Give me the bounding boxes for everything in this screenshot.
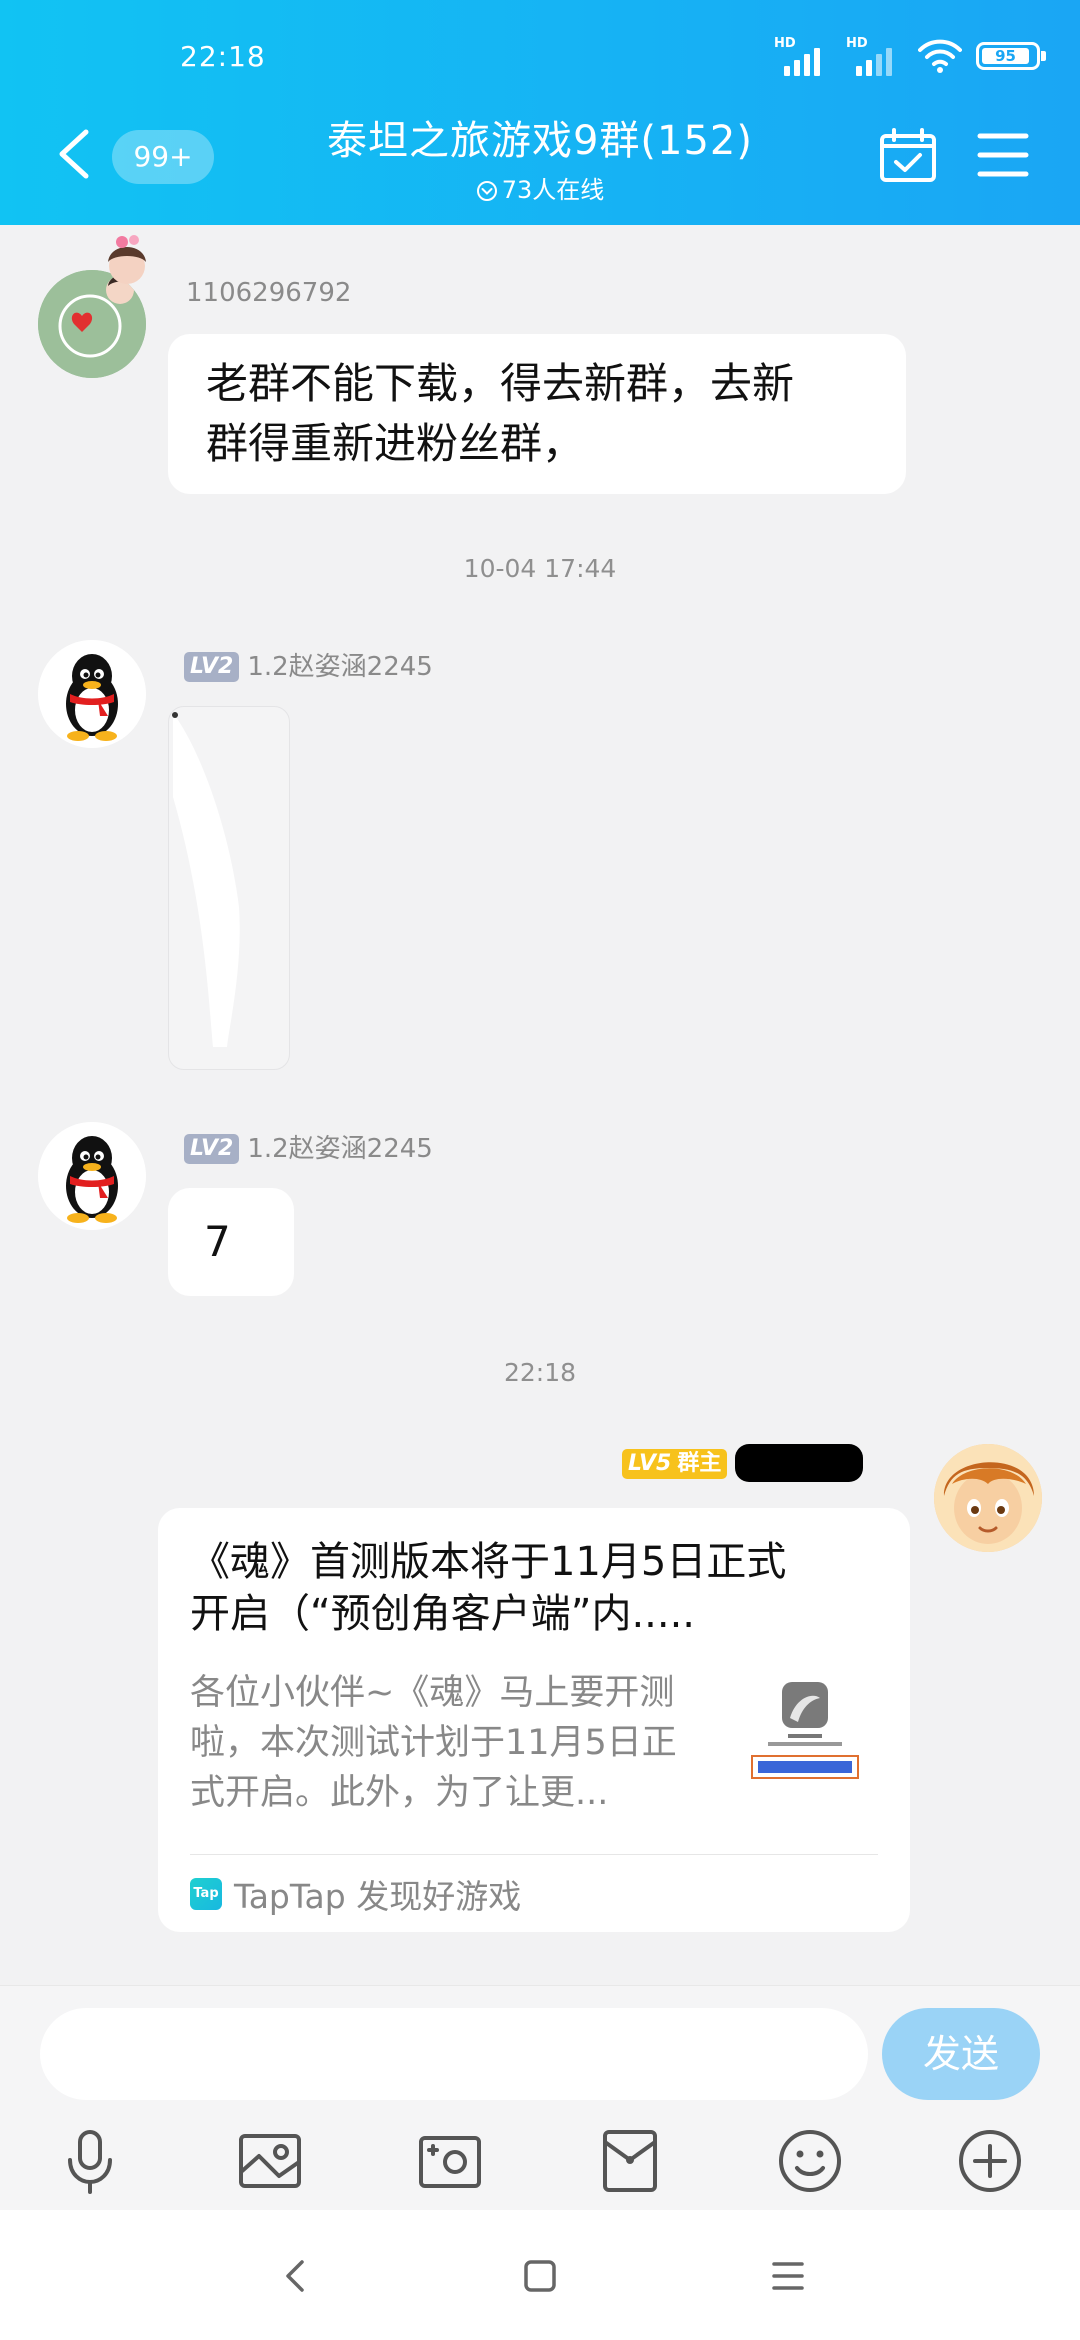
sender-name: 1.2赵姿涵2245	[247, 652, 433, 682]
red-packet-icon[interactable]	[595, 2126, 665, 2196]
avatar[interactable]	[934, 1444, 1042, 1552]
sender-line: LV2 1.2赵姿涵2245	[184, 1128, 433, 1165]
plus-icon[interactable]	[955, 2126, 1025, 2196]
camera-icon[interactable]	[415, 2126, 485, 2196]
calendar-check-icon[interactable]	[878, 128, 938, 184]
online-count: 73人在线	[501, 176, 605, 204]
message-input[interactable]	[40, 2008, 868, 2100]
card-source-label: TapTap 发现好游戏	[234, 1877, 522, 1916]
image-message[interactable]	[168, 706, 290, 1070]
input-toolbar	[0, 2126, 1080, 2196]
qq-penguin-icon	[38, 640, 146, 748]
card-desc-line: 式开启。此外，为了让更...	[190, 1773, 609, 1813]
avatar[interactable]	[38, 1122, 146, 1230]
message-bubble[interactable]: 老群不能下载，得去新群，去新 群得重新进粉丝群，	[168, 334, 906, 494]
menu-icon[interactable]	[976, 130, 1030, 180]
message-line: 老群不能下载，得去新群，去新	[206, 359, 795, 408]
card-desc-line: 各位小伙伴~《魂》马上要开测	[190, 1673, 675, 1713]
microphone-icon[interactable]	[55, 2126, 125, 2196]
card-thumbnail-image	[740, 1678, 870, 1782]
card-title: 《魂》首测版本将于11月5日正式 开启（“预创角客户端”内.....	[190, 1536, 870, 1640]
status-time: 22:18	[180, 40, 266, 73]
cartoon-boy-avatar-image	[934, 1444, 1042, 1552]
gallery-icon[interactable]	[235, 2126, 305, 2196]
nav-recents-icon[interactable]	[766, 2254, 810, 2298]
battery-icon: 95	[976, 42, 1046, 70]
message-text: 7	[204, 1217, 231, 1266]
avatar[interactable]	[38, 640, 146, 748]
sender-line: LV2 1.2赵姿涵2245	[184, 646, 433, 683]
sender-line: LV5 群主	[622, 1444, 864, 1482]
card-divider	[190, 1854, 878, 1855]
message-timestamp: 10-04 17:44	[463, 554, 617, 583]
share-card[interactable]: 《魂》首测版本将于11月5日正式 开启（“预创角客户端”内..... 各位小伙伴…	[158, 1508, 910, 1932]
card-title-line: 《魂》首测版本将于11月5日正式	[190, 1539, 787, 1585]
emoji-icon[interactable]	[775, 2126, 845, 2196]
level-badge: LV2	[184, 1134, 240, 1164]
input-area: 发送	[0, 1985, 1080, 2211]
chat-header: 22:18 HD HD 95 99+ 泰坦之旅游戏9群(152) 73人在线	[0, 0, 1080, 225]
message-timestamp: 22:18	[503, 1358, 577, 1387]
taptap-logo-icon: Tap	[190, 1878, 222, 1910]
owner-role-label: 群主	[677, 1451, 722, 1476]
qq-penguin-icon	[38, 1122, 146, 1230]
signal-icon: HD	[774, 36, 832, 76]
redacted-name	[735, 1444, 864, 1482]
message-line: 群得重新进粉丝群，	[206, 419, 585, 468]
battery-level: 95	[982, 48, 1029, 64]
nav-home-icon[interactable]	[518, 2254, 562, 2298]
signal-icon: HD	[846, 36, 904, 76]
card-description: 各位小伙伴~《魂》马上要开测 啦，本次测试计划于11月5日正 式开启。此外，为了…	[190, 1668, 720, 1818]
wifi-icon	[918, 39, 962, 73]
card-desc-line: 啦，本次测试计划于11月5日正	[190, 1723, 677, 1763]
message-text: 老群不能下载，得去新群，去新 群得重新进粉丝群，	[206, 354, 886, 474]
nav-back-icon[interactable]	[274, 2254, 318, 2298]
avatar-decoration	[92, 228, 162, 298]
sender-name: 1106296792	[186, 278, 352, 308]
message-bubble[interactable]: 7	[168, 1188, 294, 1296]
chevron-circle-down-icon	[476, 181, 497, 201]
image-thumbnail	[172, 712, 240, 1047]
level-badge: LV5 群主	[622, 1449, 728, 1479]
card-source: Tap TapTap 发现好游戏	[190, 1870, 521, 1918]
status-icons: HD HD 95	[774, 36, 1046, 76]
system-nav-bar	[0, 2210, 1080, 2340]
level-text: LV5	[628, 1451, 672, 1476]
level-badge: LV2	[184, 652, 240, 682]
card-title-line: 开启（“预创角客户端”内.....	[190, 1591, 696, 1637]
send-button[interactable]: 发送	[882, 2008, 1040, 2100]
sender-name: 1.2赵姿涵2245	[247, 1134, 433, 1164]
